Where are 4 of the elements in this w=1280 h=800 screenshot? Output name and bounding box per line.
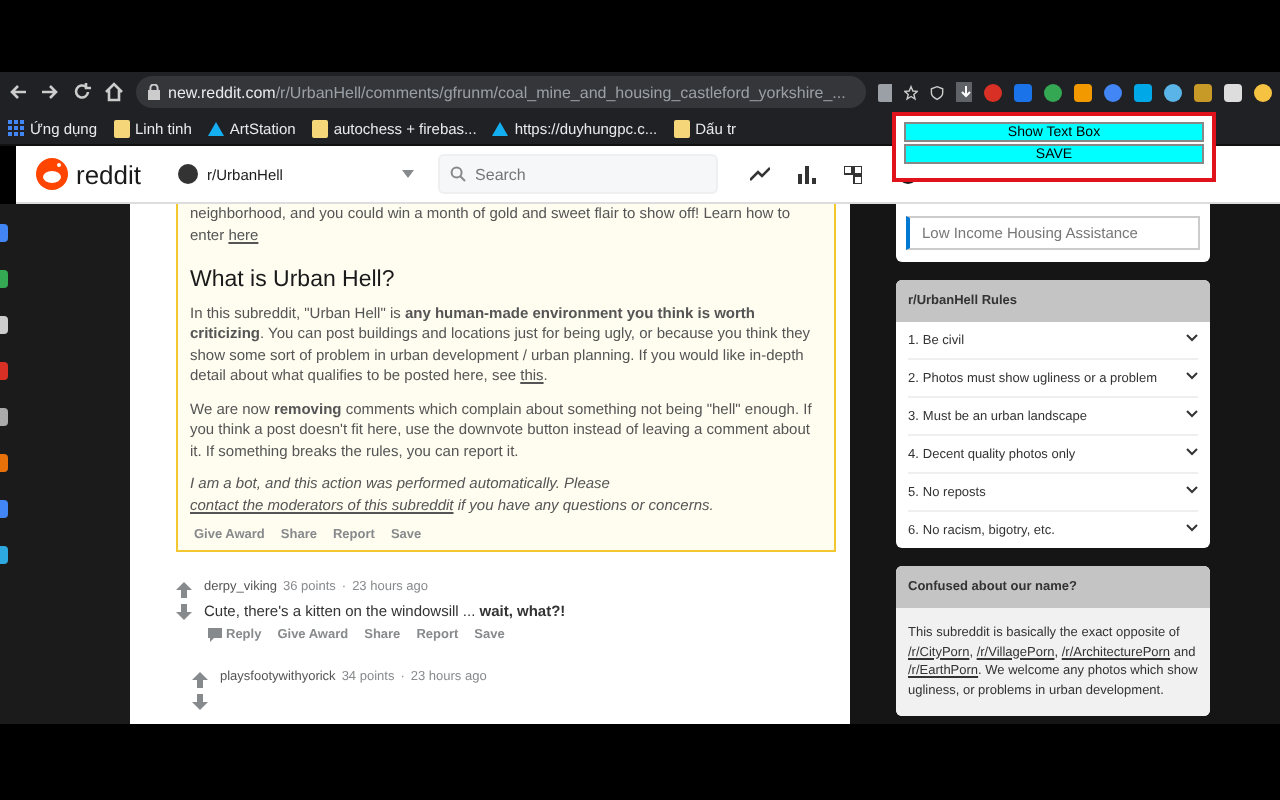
logo-wordmark[interactable]: reddit: [76, 159, 142, 189]
search-field[interactable]: Search: [437, 154, 718, 194]
section-heading: What is Urban Hell?: [190, 270, 397, 291]
address-bar[interactable]: new.reddit.com/r/UrbanHell/comments/gfrunm/coal_mine_and_housing_castleford_yorkshire_...: [136, 76, 866, 108]
